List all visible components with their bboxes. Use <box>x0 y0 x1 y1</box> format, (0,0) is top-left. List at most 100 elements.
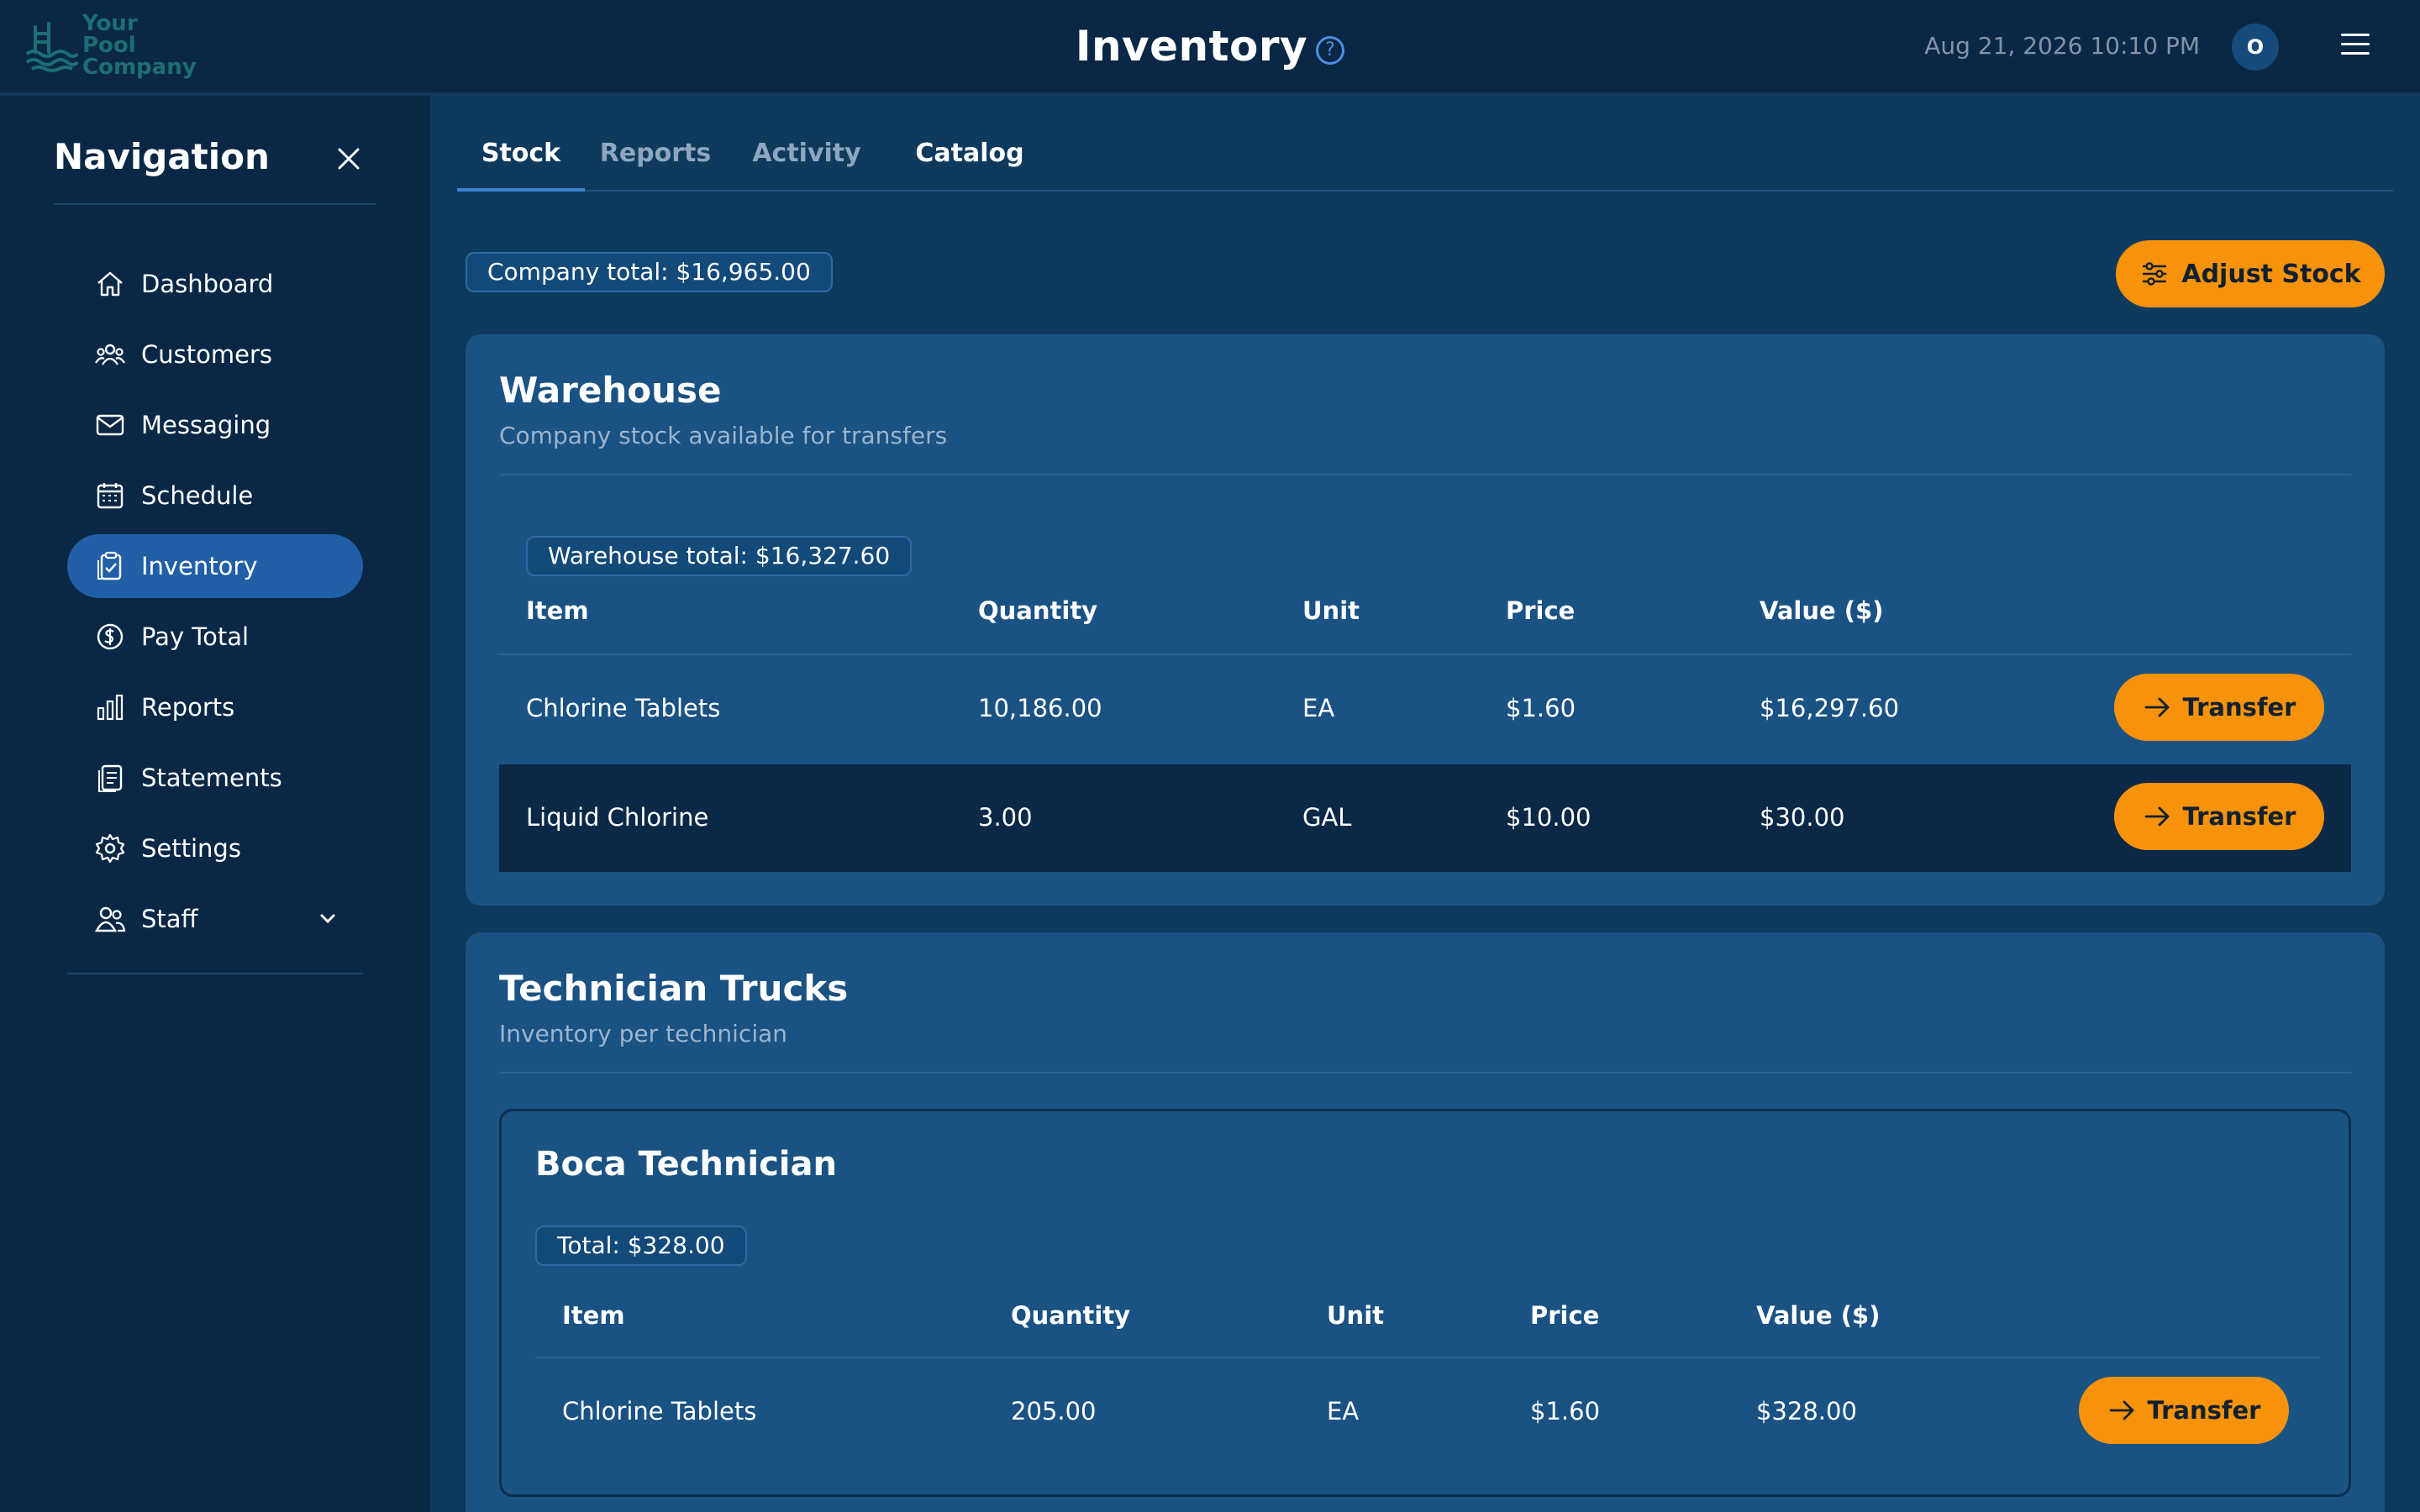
sidebar-item-label: Settings <box>141 834 241 863</box>
user-avatar[interactable]: O <box>2232 24 2279 71</box>
warehouse-title: Warehouse <box>499 370 722 411</box>
sidebar-item-inventory[interactable]: Inventory <box>67 534 363 598</box>
trucks-title: Technician Trucks <box>499 968 849 1009</box>
sidebar-item-label: Schedule <box>141 481 254 510</box>
transfer-label: Transfer <box>2182 693 2296 722</box>
cell-item: Chlorine Tablets <box>526 694 721 722</box>
sidebar-title: Navigation <box>54 136 270 177</box>
transfer-button[interactable]: Transfer <box>2114 674 2324 741</box>
sidebar-bottom-divider <box>67 973 363 974</box>
column-header-quantity: Quantity <box>978 596 1098 625</box>
tab-stock[interactable]: Stock <box>457 124 585 192</box>
column-header-unit: Unit <box>1327 1301 1384 1330</box>
company-total-badge: Company total: $16,965.00 <box>466 252 833 292</box>
arrow-right-icon <box>2144 697 2169 717</box>
page-title: Inventory <box>1075 22 1308 71</box>
table-row: Chlorine Tablets 10,186.00 EA $1.60 $16,… <box>499 655 2351 763</box>
column-header-item: Item <box>562 1301 625 1330</box>
column-header-price: Price <box>1530 1301 1600 1330</box>
home-icon <box>97 271 123 297</box>
close-icon[interactable] <box>334 144 363 173</box>
users-icon <box>95 344 125 365</box>
cell-price: $1.60 <box>1506 694 1576 722</box>
current-datetime: Aug 21, 2026 10:10 PM <box>1924 32 2200 60</box>
table-row: Chlorine Tablets 205.00 EA $1.60 $328.00… <box>535 1358 2320 1466</box>
column-header-value: Value ($) <box>1760 596 1884 625</box>
trucks-subtitle: Inventory per technician <box>499 1020 787 1047</box>
transfer-button[interactable]: Transfer <box>2114 783 2324 850</box>
sidebar-item-schedule[interactable]: Schedule <box>67 464 363 528</box>
warehouse-divider <box>499 474 2351 475</box>
transfer-label: Transfer <box>2147 1396 2261 1425</box>
transfer-button[interactable]: Transfer <box>2079 1377 2289 1444</box>
clipboard-check-icon <box>97 551 122 580</box>
documents-icon <box>98 764 123 792</box>
warehouse-table-header: Item Quantity Unit Price Value ($) <box>499 596 2351 638</box>
column-header-price: Price <box>1506 596 1576 625</box>
technician-name: Boca Technician <box>535 1145 837 1184</box>
sidebar-item-statements[interactable]: Statements <box>67 746 363 810</box>
mail-icon <box>96 414 124 436</box>
sidebar-divider <box>54 203 376 205</box>
technician-trucks-card: Technician Trucks Inventory per technici… <box>466 932 2385 1512</box>
column-header-item: Item <box>526 596 589 625</box>
cell-quantity: 205.00 <box>1011 1397 1097 1425</box>
cell-item: Liquid Chlorine <box>526 803 709 832</box>
arrow-right-icon <box>2109 1400 2133 1420</box>
transfer-label: Transfer <box>2182 802 2296 831</box>
cell-unit: EA <box>1302 694 1335 722</box>
cell-value: $16,297.60 <box>1760 694 1900 722</box>
sidebar: Navigation Dashboard Customers Messaging… <box>0 96 430 1512</box>
cell-price: $10.00 <box>1506 803 1591 832</box>
adjust-stock-label: Adjust Stock <box>2181 259 2361 289</box>
tab-reports[interactable]: Reports <box>592 124 719 192</box>
adjust-stock-button[interactable]: Adjust Stock <box>2116 240 2385 307</box>
help-icon[interactable]: ? <box>1316 36 1345 65</box>
arrow-right-icon <box>2144 806 2169 827</box>
sidebar-item-reports[interactable]: Reports <box>67 675 363 739</box>
tab-activity[interactable]: Activity <box>743 124 871 192</box>
cell-value: $328.00 <box>1756 1397 1857 1425</box>
sidebar-item-customers[interactable]: Customers <box>67 323 363 386</box>
cell-unit: EA <box>1327 1397 1360 1425</box>
column-header-unit: Unit <box>1302 596 1360 625</box>
sidebar-item-messaging[interactable]: Messaging <box>67 393 363 457</box>
sidebar-nav-list: Dashboard Customers Messaging Schedule I… <box>67 252 363 958</box>
sidebar-item-label: Dashboard <box>141 270 274 298</box>
column-header-quantity: Quantity <box>1011 1301 1131 1330</box>
sidebar-item-label: Statements <box>141 764 282 792</box>
sidebar-item-settings[interactable]: Settings <box>67 816 363 880</box>
chevron-down-icon[interactable] <box>316 907 339 931</box>
hamburger-menu-icon[interactable] <box>2341 34 2370 60</box>
column-header-value: Value ($) <box>1756 1301 1881 1330</box>
technician-truck-panel: Boca Technician Total: $328.00 Item Quan… <box>499 1109 2351 1497</box>
warehouse-total-badge: Warehouse total: $16,327.60 <box>526 536 913 576</box>
sidebar-item-staff[interactable]: Staff <box>67 887 363 951</box>
cell-quantity: 10,186.00 <box>978 694 1102 722</box>
cell-value: $30.00 <box>1760 803 1845 832</box>
sidebar-item-pay-total[interactable]: Pay Total <box>67 605 363 669</box>
warehouse-subtitle: Company stock available for transfers <box>499 422 948 449</box>
sidebar-item-label: Pay Total <box>141 622 250 651</box>
bar-chart-icon <box>97 694 124 721</box>
table-row: Liquid Chlorine 3.00 GAL $10.00 $30.00 T… <box>499 764 2351 872</box>
sidebar-item-dashboard[interactable]: Dashboard <box>67 252 363 316</box>
top-bar: Your Pool Company Inventory? Aug 21, 202… <box>0 0 2420 94</box>
calendar-icon <box>97 483 124 509</box>
warehouse-card: Warehouse Company stock available for tr… <box>466 334 2385 906</box>
sidebar-item-label: Customers <box>141 340 272 369</box>
staff-icon <box>94 906 126 932</box>
technician-table-header: Item Quantity Unit Price Value ($) <box>535 1301 2320 1343</box>
cell-item: Chlorine Tablets <box>562 1397 757 1425</box>
cell-quantity: 3.00 <box>978 803 1033 832</box>
cell-price: $1.60 <box>1530 1397 1601 1425</box>
tab-catalog[interactable]: Catalog <box>901 124 1039 192</box>
cell-unit: GAL <box>1302 803 1352 832</box>
trucks-divider <box>499 1072 2351 1074</box>
dollar-circle-icon <box>97 623 124 650</box>
sidebar-item-label: Messaging <box>141 411 271 439</box>
technician-total-badge: Total: $328.00 <box>535 1226 747 1266</box>
sidebar-item-label: Inventory <box>141 552 258 580</box>
sidebar-item-label: Reports <box>141 693 235 722</box>
gear-icon <box>95 833 125 864</box>
